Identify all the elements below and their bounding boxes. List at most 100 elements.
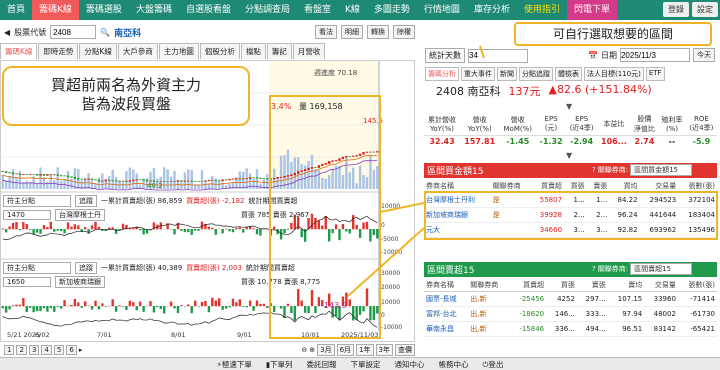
column-header[interactable]: 券商名稱 — [424, 279, 469, 292]
tab-main-map[interactable]: 主力地圖 — [158, 43, 199, 59]
zoom-out-icon[interactable]: ⊖ — [301, 346, 307, 354]
nav-market-chip[interactable]: 大盤籌碼 — [129, 0, 179, 20]
chevron-left-icon[interactable]: ◀ — [4, 28, 10, 37]
account-center-button[interactable]: 帳務中心 — [438, 359, 468, 370]
sub1-broker-name[interactable]: 台灣摩根士丹 — [55, 209, 105, 221]
column-header[interactable]: 交易量 — [644, 279, 678, 292]
tab-intraday[interactable]: 即時走勢 — [38, 43, 79, 59]
nav-flash-order[interactable]: 閃電下單 — [566, 0, 617, 20]
table-row[interactable]: 富邦-台北 出,新 -18620 146... 333... 97.94 48002 -617… — [424, 306, 717, 322]
column-header[interactable]: 張數(張) — [677, 279, 717, 292]
calendar-icon[interactable]: 📅 — [588, 51, 598, 60]
tab-etf[interactable]: ETF — [645, 67, 665, 81]
logout-button[interactable]: ⏻登出 — [482, 359, 503, 370]
quick-order-button[interactable]: ⚡極速下單 — [217, 359, 252, 370]
tab-events[interactable]: 重大事件 — [461, 67, 495, 81]
date-input[interactable] — [619, 48, 690, 62]
tab-points[interactable]: 檔點 — [240, 43, 266, 59]
tab-checkup[interactable]: 體檢表 — [555, 67, 582, 81]
table-row[interactable]: 國票-長城 出,新 -25456 4252 297... 107.15 33960 -7141… — [424, 291, 717, 307]
tab-news[interactable]: 新聞 — [497, 67, 517, 81]
page-6[interactable]: 6 — [66, 345, 77, 355]
nav-market-map[interactable]: 行情地圖 — [417, 0, 467, 20]
stock-code-input[interactable] — [50, 25, 97, 39]
detail-button[interactable]: 明細 — [341, 25, 363, 39]
range-3m[interactable]: 3月 — [317, 344, 335, 356]
settings-button[interactable]: 設定 — [692, 2, 718, 17]
tab-branch-kline[interactable]: 分點K線 — [79, 43, 117, 59]
sub1-track-button[interactable]: 追蹤 — [75, 195, 97, 207]
axis-tick: 20000 — [381, 284, 400, 291]
collapse-icon[interactable]: ▼ — [566, 102, 572, 111]
ex-right-button[interactable]: 除權 — [393, 25, 415, 39]
sub2-code-input[interactable]: 1650 — [3, 277, 51, 287]
tab-big-holder[interactable]: 大戶參商 — [117, 43, 158, 59]
nav-chip-kline[interactable]: 籌碼K線 — [32, 0, 79, 20]
tab-chip-kline[interactable]: 籌碼K線 — [0, 43, 38, 59]
net-bar — [231, 229, 235, 233]
order-report-button[interactable]: 委託回報 — [306, 359, 336, 370]
table-row[interactable]: 華南永昌 出,新 -15846 336... 494... 96.51 83142 -6542… — [424, 321, 717, 337]
tab-target[interactable]: 法人目標(110元) — [584, 67, 644, 81]
sub2-dropdown[interactable]: 符主分點 — [3, 262, 71, 274]
page-4[interactable]: 4 — [41, 345, 52, 355]
help-icon[interactable]: ? — [592, 166, 596, 174]
search-icon[interactable]: 🔍 — [100, 28, 110, 37]
column-header[interactable]: 買賣超 — [509, 279, 547, 292]
help-icon[interactable]: ? — [592, 265, 596, 273]
sub1-code-input[interactable]: 1470 — [3, 210, 51, 220]
nav-kline[interactable]: K線 — [338, 0, 367, 20]
tab-notes[interactable]: 籌記 — [266, 43, 292, 59]
nav-multi-chart[interactable]: 多圖走勢 — [367, 0, 417, 20]
column-header[interactable]: 關聯券商 — [468, 279, 510, 292]
volume-bar — [56, 167, 59, 189]
page-2[interactable]: 2 — [16, 345, 27, 355]
nav-inventory[interactable]: 庫存分析 — [467, 0, 517, 20]
buy-type-select[interactable]: 區間買金額15 — [630, 164, 693, 176]
buy-section-header: 區間買金額15 ? 關聯券商: 區間買金額15 — [424, 163, 717, 178]
candle — [15, 173, 18, 175]
zoom-in-icon[interactable]: ⊕ — [309, 346, 315, 354]
candle — [32, 173, 35, 175]
net-bar — [238, 227, 242, 230]
sub2-track-button[interactable]: 追蹤 — [75, 262, 97, 274]
nav-watch-room[interactable]: 看盤室 — [297, 0, 338, 20]
lookup-button[interactable]: 查價 — [395, 344, 415, 356]
sell-type-select[interactable]: 區間賣超15 — [630, 263, 693, 275]
page-5[interactable]: 5 — [53, 345, 65, 355]
tab-analysis[interactable]: 個股分析 — [199, 43, 240, 59]
stat-days-input[interactable] — [468, 48, 528, 63]
buy-type-label: 關聯券商: — [597, 166, 629, 174]
net-bar — [238, 299, 242, 307]
nav-watchlist[interactable]: 自選股看盤 — [179, 0, 238, 20]
page-3[interactable]: 3 — [28, 345, 40, 355]
notification-button[interactable]: 通知中心 — [394, 359, 424, 370]
column-header[interactable]: 賣均 — [607, 279, 645, 292]
tab-monthly-revenue[interactable]: 月營收 — [292, 43, 326, 59]
range-6m[interactable]: 6月 — [336, 344, 355, 356]
column-header[interactable]: 賣張 — [576, 279, 608, 292]
sub1-dropdown[interactable]: 符主分點 — [3, 195, 71, 207]
column-header[interactable]: 買張 — [546, 279, 577, 292]
net-bar — [4, 306, 8, 313]
convert-button[interactable]: 轉換 — [367, 25, 389, 39]
nav-guide[interactable]: 使用指引 — [517, 0, 567, 20]
volume-bar — [207, 184, 211, 189]
sub2-broker-name[interactable]: 新加坡商瑞銀 — [55, 276, 105, 288]
page-1[interactable]: 1 — [4, 345, 15, 355]
tab-chip-analysis[interactable]: 籌碼分析 — [425, 67, 459, 81]
chevron-right-icon[interactable]: ▸ — [79, 346, 83, 354]
tab-branch-track[interactable]: 分點追蹤 — [519, 67, 553, 81]
order-bar-button[interactable]: ▮下單列 — [266, 359, 293, 370]
today-button[interactable]: 今天 — [692, 48, 715, 62]
nav-chip-screen[interactable]: 籌碼選股 — [79, 0, 129, 20]
nav-home[interactable]: 首頁 — [0, 0, 32, 20]
candle — [183, 180, 187, 182]
range-1y[interactable]: 1年 — [356, 344, 374, 356]
range-3y[interactable]: 3年 — [375, 344, 393, 356]
collapse-icon[interactable]: ▼ — [566, 151, 572, 160]
order-settings-button[interactable]: 下單設定 — [350, 359, 380, 370]
login-button[interactable]: 登錄 — [663, 2, 689, 17]
nav-branch-survey[interactable]: 分點調查局 — [238, 0, 297, 20]
view-button[interactable]: 看法 — [315, 25, 337, 39]
